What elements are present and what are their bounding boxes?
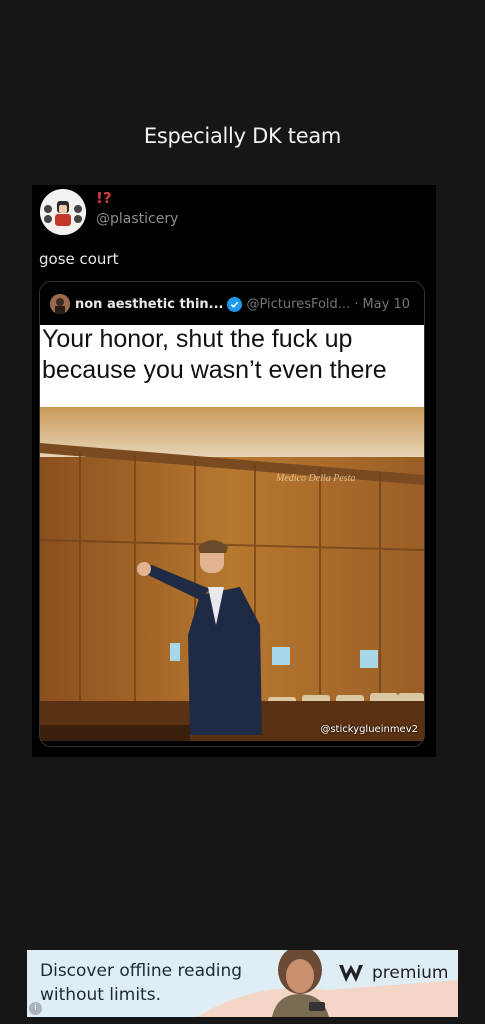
meme-caption: Your honor, shut the fuck up because you… xyxy=(40,325,424,407)
premium-logo-icon xyxy=(339,965,363,982)
tweet-display-name[interactable]: !? xyxy=(96,189,112,207)
quoted-tweet-header: non aesthetic thin... @PicturesFold... ·… xyxy=(50,292,420,316)
quoted-name[interactable]: non aesthetic thin... xyxy=(75,297,223,312)
tiktok-watermark: @stickyglueinmev2 xyxy=(320,724,418,735)
quoted-date: · May 10 xyxy=(354,296,411,312)
ad-info-icon[interactable]: i xyxy=(29,1002,42,1015)
meme-caption-line-1: Your honor, shut the fuck up xyxy=(42,325,353,353)
premium-ad-banner[interactable]: Discover offline reading without limits.… xyxy=(27,950,458,1017)
ad-brand[interactable]: premium xyxy=(338,962,448,984)
svg-text:Medico Della Pesta: Medico Della Pesta xyxy=(275,473,355,484)
quoted-avatar xyxy=(50,294,70,314)
quoted-handle[interactable]: @PicturesFold... xyxy=(246,297,350,312)
quoted-tweet[interactable]: non aesthetic thin... @PicturesFold... ·… xyxy=(39,281,425,747)
avatar xyxy=(40,189,86,235)
ad-headline-line-1: Discover offline reading xyxy=(40,961,243,981)
post-title: Especially DK team xyxy=(143,124,342,148)
tweet-handle[interactable]: @plasticery xyxy=(96,211,178,227)
verified-badge-icon xyxy=(227,296,243,312)
meme-caption-line-2: because you wasn’t even there xyxy=(42,356,387,384)
ad-headline-line-2: without limits. xyxy=(40,985,161,1005)
tweet-screenshot[interactable]: !? @plasticery gose court non aesthetic … xyxy=(32,185,436,757)
tweet-text: gose court xyxy=(39,250,119,268)
meme-image[interactable]: Medico Della Pesta Your honor, shut the … xyxy=(40,325,424,741)
ad-brand-label: premium xyxy=(372,963,449,983)
